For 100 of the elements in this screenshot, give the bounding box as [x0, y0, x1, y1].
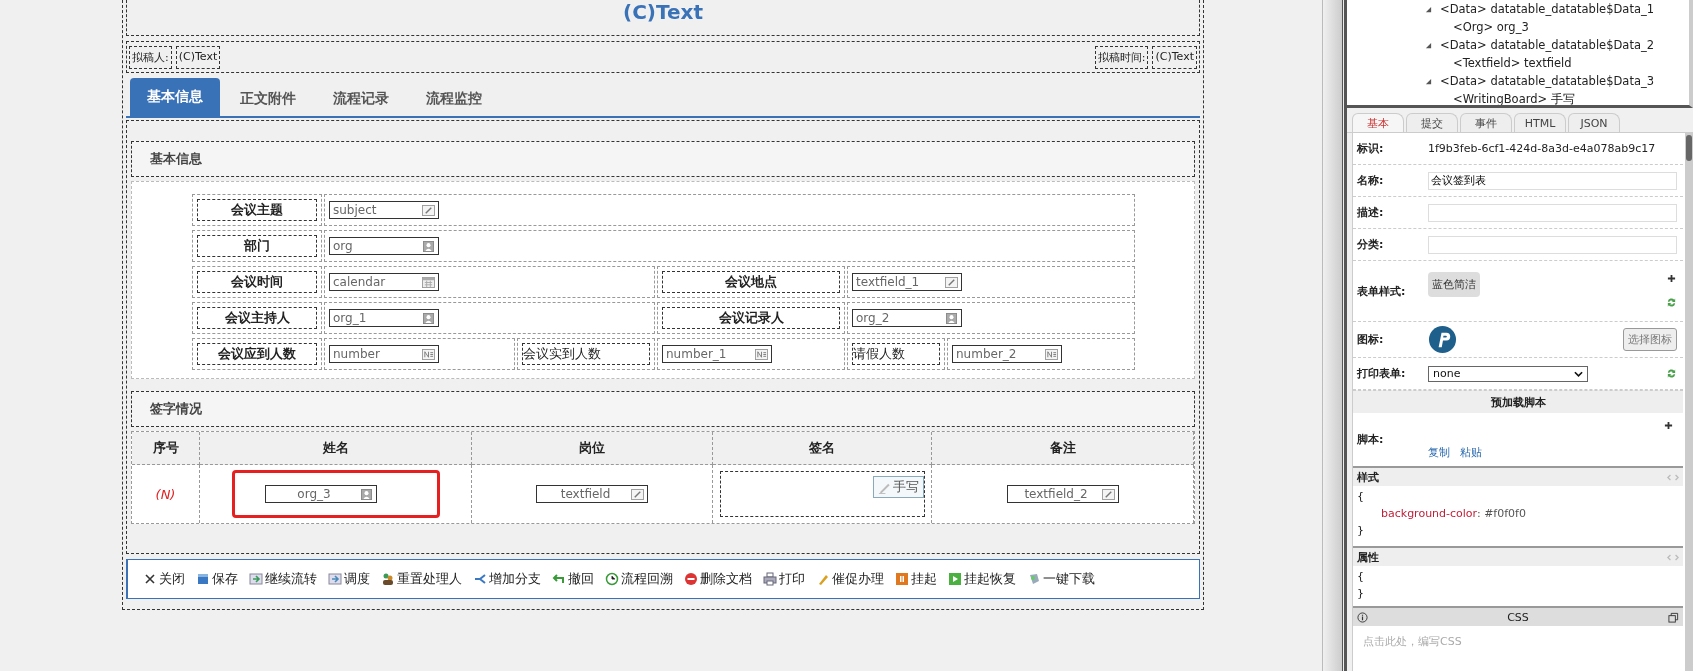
form-tab[interactable]: 流程记录	[316, 82, 406, 118]
toolbar-button[interactable]: 保存	[193, 570, 241, 588]
code-editor[interactable]: { background-color: #f0f0f0 }	[1353, 486, 1683, 546]
style-button[interactable]: 蓝色简洁	[1428, 271, 1480, 297]
section-header: 基本信息	[131, 141, 1195, 177]
tree-item[interactable]: <Org> org_3	[1453, 20, 1529, 34]
tree-item[interactable]: <Textfield> textfield	[1453, 56, 1572, 70]
people-icon	[381, 572, 395, 586]
signature-board[interactable]: 手写	[719, 471, 925, 517]
pause-icon	[895, 572, 909, 586]
document-arrow-icon	[328, 572, 342, 586]
form-title: (C)Text	[623, 0, 703, 24]
input-field[interactable]: org_2	[852, 309, 962, 327]
field-label: 请假人数	[852, 343, 940, 365]
handwrite-button[interactable]: 手写	[872, 476, 924, 498]
person-icon	[422, 312, 435, 324]
code-line: {	[1357, 570, 1364, 583]
restore-icon[interactable]	[1668, 611, 1679, 623]
tree-item[interactable]: <Data> datatable_datatable$Data_1	[1440, 2, 1655, 16]
property-label: 标识:	[1357, 141, 1385, 156]
expanded-icon[interactable]	[1425, 5, 1432, 13]
refresh-icon[interactable]	[1666, 297, 1677, 308]
tree-item[interactable]: <Data> datatable_datatable$Data_2	[1440, 38, 1655, 52]
edit-icon	[422, 204, 435, 216]
toolbar-button[interactable]: 一键下载	[1024, 570, 1098, 588]
drafter-value: (C)Text	[175, 45, 221, 69]
toolbar-button[interactable]: 重置处理人	[378, 570, 465, 588]
input-field[interactable]: org_3	[264, 485, 377, 503]
toolbar-button[interactable]: 流程回溯	[602, 570, 676, 588]
info-icon[interactable]	[1357, 611, 1368, 623]
edit-icon	[1101, 488, 1115, 500]
input-field[interactable]: textfield	[536, 485, 648, 503]
property-tab[interactable]: 提交	[1406, 113, 1458, 132]
input-field[interactable]: textfield_2	[1006, 485, 1119, 503]
property-tab[interactable]: HTML	[1514, 113, 1566, 132]
toolbar-button[interactable]: 关闭	[140, 570, 188, 588]
toolbar-button[interactable]: 挂起恢复	[945, 570, 1019, 588]
document-arrow-icon	[249, 572, 263, 586]
input-field[interactable]: org	[329, 237, 439, 255]
toolbar-button[interactable]: 调度	[325, 570, 373, 588]
property-tab[interactable]: 事件	[1460, 113, 1512, 132]
expanded-icon[interactable]	[1425, 41, 1432, 49]
script-link[interactable]: 粘贴	[1460, 445, 1482, 460]
plus-icon[interactable]	[1667, 274, 1676, 283]
toolbar-button[interactable]: 打印	[760, 570, 808, 588]
form-tab[interactable]: 基本信息	[130, 78, 220, 118]
person-icon	[422, 240, 435, 252]
form-tab[interactable]: 流程监控	[409, 82, 499, 118]
clock-icon	[605, 572, 619, 586]
input-field[interactable]: number_2	[952, 345, 1062, 363]
column-header: 备注	[932, 432, 1194, 465]
property-label: 打印表单:	[1357, 366, 1407, 381]
property-label: 描述:	[1357, 205, 1385, 220]
toolbar-button[interactable]: 挂起	[892, 570, 940, 588]
tree-item[interactable]: <WritingBoard> 手写	[1453, 91, 1575, 105]
field-label: 会议应到人数	[197, 343, 317, 365]
toolbar-button[interactable]: 删除文档	[681, 570, 755, 588]
calendar-icon	[422, 276, 435, 288]
input-field[interactable]	[1428, 235, 1677, 254]
property-value: 1f9b3feb-6cf1-424d-8a3d-e4a078ab9c17	[1428, 142, 1656, 155]
field-label: 部门	[197, 235, 317, 257]
person-icon	[945, 312, 958, 324]
code-line: background-color: #f0f0f0	[1380, 507, 1526, 520]
field-label: 会议地点	[662, 271, 840, 293]
toolbar-button[interactable]: 撤回	[549, 570, 597, 588]
property-tab[interactable]: JSON	[1568, 113, 1620, 132]
edit-icon	[945, 276, 958, 288]
script-link[interactable]: 复制	[1428, 445, 1450, 460]
plus-icon[interactable]	[1664, 421, 1673, 430]
column-header: 序号	[132, 432, 200, 465]
expanded-icon[interactable]	[1425, 77, 1432, 85]
toolbar-button[interactable]: 增加分支	[470, 570, 544, 588]
input-field[interactable]: textfield_1	[852, 273, 962, 291]
property-label: 图标:	[1357, 332, 1385, 347]
refresh-icon[interactable]	[1666, 368, 1677, 379]
input-field[interactable]: subject	[329, 201, 439, 219]
input-field[interactable]: calendar	[329, 273, 439, 291]
input-field[interactable]: 会议签到表	[1428, 171, 1677, 190]
section-header: 签字情况	[131, 391, 1195, 427]
minus-circle-icon	[684, 572, 698, 586]
tree-item[interactable]: <Data> datatable_datatable$Data_3	[1440, 74, 1655, 88]
code-line: }	[1357, 524, 1364, 537]
toolbar-button[interactable]: 催促办理	[813, 570, 887, 588]
draft-time-label: 拟稿时间:	[1094, 45, 1149, 69]
property-tab[interactable]: 基本	[1352, 113, 1404, 132]
property-label: 脚本:	[1357, 432, 1385, 447]
input-field[interactable]: number	[329, 345, 439, 363]
code-editor[interactable]: { }	[1353, 566, 1683, 606]
form-tab[interactable]: 正文附件	[223, 82, 313, 118]
field-label: 会议时间	[197, 271, 317, 293]
input-field[interactable]: number_1	[662, 345, 772, 363]
choose-icon-button[interactable]: 选择图标	[1623, 328, 1677, 351]
field-label: 会议实到人数	[522, 343, 650, 365]
toolbar-button[interactable]: 继续流转	[246, 570, 320, 588]
input-field[interactable]	[1428, 203, 1677, 222]
input-field[interactable]: org_1	[329, 309, 439, 327]
logo-icon	[1428, 325, 1457, 354]
splitter[interactable]	[1322, 0, 1345, 671]
scrollbar[interactable]	[1685, 133, 1693, 671]
print-form-select[interactable]: none	[1428, 365, 1588, 382]
